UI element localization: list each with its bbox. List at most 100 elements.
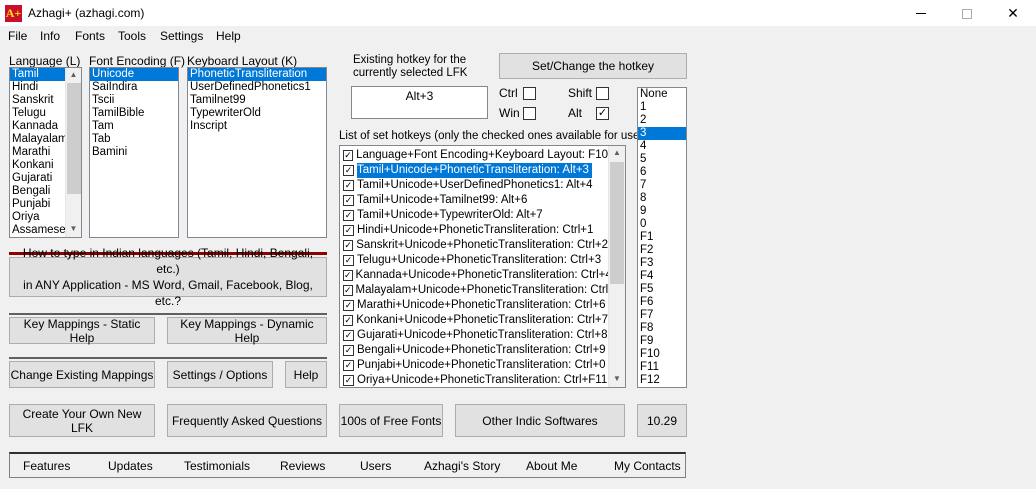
language-list-item[interactable]: Marathi <box>10 146 65 159</box>
keyboard-layout-listbox[interactable]: PhoneticTransliteration UserDefinedPhonet… <box>187 67 327 238</box>
hotkey-list-item[interactable]: ✓ Tamil+Unicode+TypewriterOld: Alt+7 <box>340 208 608 223</box>
key-list-item[interactable]: 6 <box>638 166 686 179</box>
key-list-item[interactable]: 9 <box>638 205 686 218</box>
hotkey-item-checkbox[interactable]: ✓ <box>343 210 354 221</box>
hotkey-scrollbar[interactable]: ▲ ▼ <box>608 146 625 387</box>
keyboard-layout-list-item[interactable]: PhoneticTransliteration <box>188 68 326 81</box>
footer-testimonials-link[interactable]: Testimonials <box>184 459 250 473</box>
set-change-hotkey-button[interactable]: Set/Change the hotkey <box>499 53 687 79</box>
footer-features-link[interactable]: Features <box>23 459 70 473</box>
create-new-lfk-button[interactable]: Create Your Own New LFK <box>9 404 155 437</box>
key-list-item[interactable]: 2 <box>638 114 686 127</box>
keyboard-layout-list-item[interactable]: Inscript <box>188 120 326 133</box>
hotkey-item-checkbox[interactable]: ✓ <box>343 345 354 356</box>
menu-help[interactable]: Help <box>216 29 241 43</box>
hotkey-item-checkbox[interactable]: ✓ <box>343 330 354 341</box>
font-encoding-list-item[interactable]: SaiIndira <box>90 81 178 94</box>
language-list-item[interactable]: Sanskrit <box>10 94 65 107</box>
hotkey-item-checkbox[interactable]: ✓ <box>343 360 354 371</box>
footer-users-link[interactable]: Users <box>360 459 391 473</box>
language-list-item[interactable]: Gujarati <box>10 172 65 185</box>
footer-my-contacts-link[interactable]: My Contacts <box>614 459 681 473</box>
maximize-button[interactable] <box>944 0 990 27</box>
language-list-item[interactable]: Malayalam <box>10 133 68 146</box>
key-list-item[interactable]: F10 <box>638 348 686 361</box>
hotkey-list-item[interactable]: ✓ Konkani+Unicode+PhoneticTransliteration… <box>340 313 608 328</box>
font-encoding-list-item[interactable]: TamilBible <box>90 107 178 120</box>
hotkey-item-checkbox[interactable]: ✓ <box>343 255 354 266</box>
hotkey-list-item[interactable]: ✓ Malayalam+Unicode+PhoneticTransliterati… <box>340 283 621 298</box>
keyboard-layout-list-item[interactable]: Tamilnet99 <box>188 94 326 107</box>
font-encoding-list-item[interactable]: Tab <box>90 133 178 146</box>
help-button[interactable]: Help <box>285 361 327 388</box>
alt-checkbox[interactable]: ✓ <box>596 107 609 120</box>
key-list-item[interactable]: 4 <box>638 140 686 153</box>
hotkey-item-checkbox[interactable]: ✓ <box>343 195 354 206</box>
menu-settings[interactable]: Settings <box>160 29 203 43</box>
hotkey-list-item[interactable]: ✓ Tamil+Unicode+PhoneticTransliteration: … <box>340 163 608 178</box>
key-list-item[interactable]: 0 <box>638 218 686 231</box>
key-list-item[interactable]: F11 <box>638 361 686 374</box>
scroll-down-icon[interactable]: ▼ <box>66 222 81 236</box>
minimize-button[interactable] <box>898 0 944 27</box>
hotkey-item-checkbox[interactable]: ✓ <box>343 315 354 326</box>
key-list-item[interactable]: F7 <box>638 309 686 322</box>
key-listbox[interactable]: None 1 2 3 4 5 6 7 8 9 0 F1 F2 F3 F4 F5 F6 F7 F8 F9 F10 F11 F1… <box>637 87 687 388</box>
keyboard-layout-list-item[interactable]: UserDefinedPhonetics1 <box>188 81 326 94</box>
language-scrollbar[interactable]: ▲ ▼ <box>65 68 81 237</box>
language-list-item[interactable]: Oriya <box>10 211 65 224</box>
scroll-down-icon[interactable]: ▼ <box>609 372 625 386</box>
hotkey-list-item[interactable]: ✓ Gujarati+Unicode+PhoneticTransliteratio… <box>340 328 608 343</box>
language-list-item[interactable]: Bengali <box>10 185 65 198</box>
key-list-item[interactable]: F4 <box>638 270 686 283</box>
keyboard-layout-list-item[interactable]: TypewriterOld <box>188 107 326 120</box>
scroll-up-icon[interactable]: ▲ <box>609 146 625 160</box>
language-list-item[interactable]: Konkani <box>10 159 65 172</box>
key-list-item[interactable]: F2 <box>638 244 686 257</box>
key-list-item[interactable]: F1 <box>638 231 686 244</box>
key-mappings-dynamic-help-button[interactable]: Key Mappings - Dynamic Help <box>167 317 327 345</box>
key-list-item[interactable]: 5 <box>638 153 686 166</box>
hotkey-list-item[interactable]: ✓ Language+Font Encoding+Keyboard Layout:… <box>340 148 608 163</box>
hotkey-list-item[interactable]: ✓ Bengali+Unicode+PhoneticTransliteration… <box>340 343 608 358</box>
hotkey-item-checkbox[interactable]: ✓ <box>343 270 353 281</box>
version-button[interactable]: 10.29 <box>637 404 687 437</box>
language-list-item[interactable]: Punjabi <box>10 198 65 211</box>
hotkey-list-item[interactable]: ✓ Sanskrit+Unicode+PhoneticTransliteratio… <box>340 238 608 253</box>
ctrl-checkbox[interactable] <box>523 87 536 100</box>
key-list-item[interactable]: F9 <box>638 335 686 348</box>
footer-about-me-link[interactable]: About Me <box>526 459 577 473</box>
key-list-item[interactable]: 3 <box>638 127 686 140</box>
language-list-item[interactable]: Telugu <box>10 107 65 120</box>
close-button[interactable]: ✕ <box>990 0 1036 27</box>
how-to-type-button[interactable]: How to type in Indian languages (Tamil, … <box>9 246 327 308</box>
hotkey-list-item[interactable]: ✓ Telugu+Unicode+PhoneticTransliteration:… <box>340 253 608 268</box>
hotkey-list-item[interactable]: ✓ Tamil+Unicode+Tamilnet99: Alt+6 <box>340 193 608 208</box>
hotkey-list-item[interactable]: ✓ Oriya+Unicode+PhoneticTransliteration: … <box>340 373 608 387</box>
settings-options-button[interactable]: Settings / Options <box>167 361 273 388</box>
key-list-item[interactable]: F8 <box>638 322 686 335</box>
hotkey-list-item[interactable]: ✓ Hindi+Unicode+PhoneticTransliteration: … <box>340 223 608 238</box>
key-list-item[interactable]: None <box>638 88 686 101</box>
key-list-item[interactable]: 8 <box>638 192 686 205</box>
menu-info[interactable]: Info <box>40 29 60 43</box>
hotkey-item-checkbox[interactable]: ✓ <box>343 240 354 251</box>
language-listbox[interactable]: Tamil Hindi Sanskrit Telugu Kannada Malayalam… <box>9 67 82 238</box>
menu-file[interactable]: File <box>8 29 27 43</box>
hotkey-list-item[interactable]: ✓ Punjabi+Unicode+PhoneticTransliteration… <box>340 358 608 373</box>
language-list-item[interactable]: Tamil <box>10 68 65 81</box>
footer-reviews-link[interactable]: Reviews <box>280 459 325 473</box>
key-list-item[interactable]: 7 <box>638 179 686 192</box>
key-list-item[interactable]: F3 <box>638 257 686 270</box>
hotkey-item-checkbox[interactable]: ✓ <box>343 375 354 386</box>
change-existing-mappings-button[interactable]: Change Existing Mappings <box>9 361 155 388</box>
menu-fonts[interactable]: Fonts <box>75 29 105 43</box>
key-list-item[interactable]: 1 <box>638 101 686 114</box>
hotkey-item-checkbox[interactable]: ✓ <box>343 150 354 161</box>
font-encoding-listbox[interactable]: Unicode SaiIndira Tscii TamilBible Tam Tab Bam… <box>89 67 179 238</box>
language-list-item[interactable]: Kannada <box>10 120 65 133</box>
hotkey-item-checkbox[interactable]: ✓ <box>343 180 354 191</box>
hotkey-item-checkbox[interactable]: ✓ <box>343 285 353 296</box>
scroll-up-icon[interactable]: ▲ <box>66 68 81 82</box>
key-list-item[interactable]: F12 <box>638 374 686 387</box>
